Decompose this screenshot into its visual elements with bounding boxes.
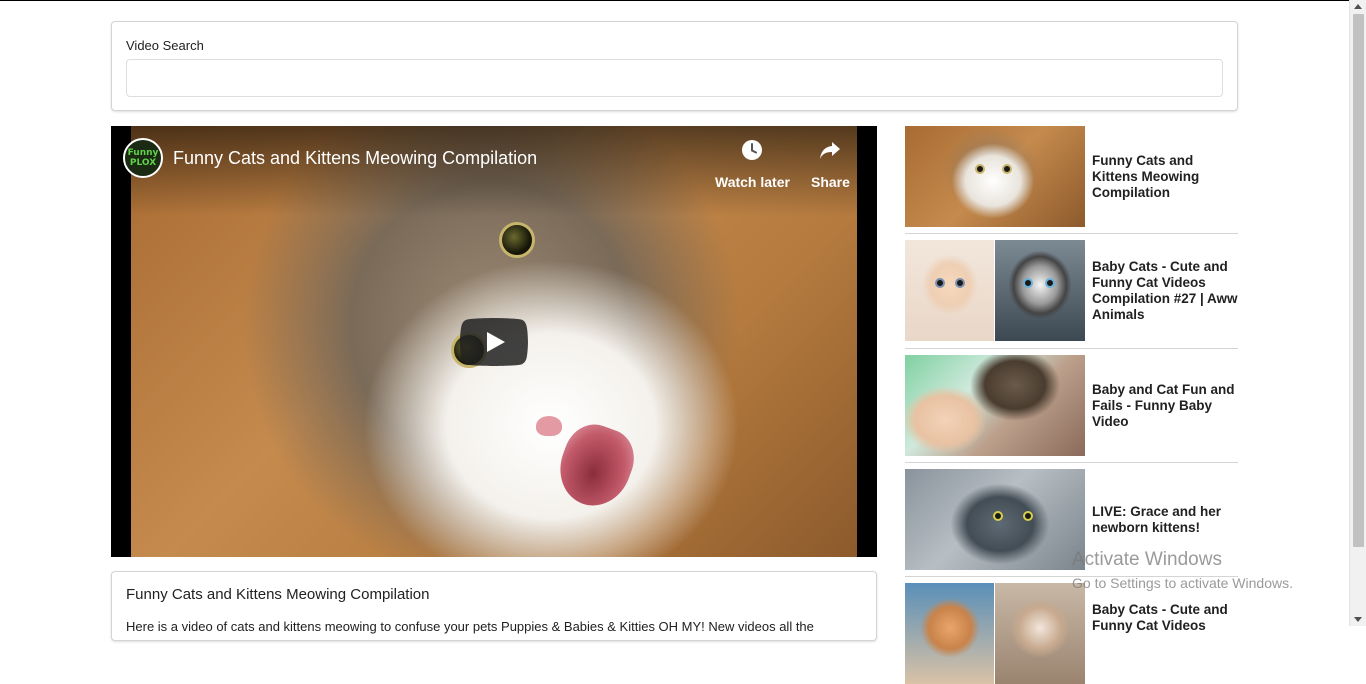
kitten-photo bbox=[995, 240, 1085, 341]
cat-eye bbox=[993, 511, 1003, 521]
watch-later-button[interactable]: Watch later bbox=[715, 138, 790, 190]
cat-eye bbox=[1023, 278, 1033, 288]
play-icon[interactable] bbox=[460, 318, 528, 366]
video-thumbnail[interactable] bbox=[905, 126, 1085, 227]
player-title[interactable]: Funny Cats and Kittens Meowing Compilati… bbox=[173, 148, 537, 169]
list-divider bbox=[905, 233, 1238, 234]
search-input[interactable] bbox=[126, 59, 1223, 97]
video-player[interactable]: Funny PLOX Funny Cats and Kittens Meowin… bbox=[111, 126, 877, 557]
window-top-border bbox=[0, 0, 1366, 1]
video-item-title[interactable]: Baby and Cat Fun and Fails - Funny Baby … bbox=[1092, 355, 1240, 456]
share-button[interactable]: Share bbox=[811, 138, 850, 190]
scroll-up-icon[interactable] bbox=[1354, 4, 1362, 9]
list-item[interactable]: Baby Cats - Cute and Funny Cat Videos Co… bbox=[905, 240, 1238, 341]
video-detail-description: Here is a video of cats and kittens meow… bbox=[126, 619, 814, 634]
video-thumbnail[interactable] bbox=[905, 583, 1085, 684]
channel-logo-text: Funny bbox=[127, 148, 159, 158]
video-thumbnail[interactable] bbox=[905, 355, 1085, 456]
video-item-title[interactable]: Funny Cats and Kittens Meowing Compilati… bbox=[1092, 126, 1240, 227]
video-detail-segment: Funny Cats and Kittens Meowing Compilati… bbox=[111, 571, 877, 641]
watch-later-label: Watch later bbox=[715, 174, 790, 190]
video-item-title[interactable]: Baby Cats - Cute and Funny Cat Videos bbox=[1092, 583, 1240, 684]
cat-eye bbox=[1023, 511, 1033, 521]
cat-eye bbox=[1045, 278, 1055, 288]
kitten-photo bbox=[905, 240, 994, 341]
video-item-title[interactable]: Baby Cats - Cute and Funny Cat Videos Co… bbox=[1092, 240, 1240, 341]
cat-eye bbox=[955, 278, 965, 288]
list-divider bbox=[905, 348, 1238, 349]
cat-mouth bbox=[549, 416, 643, 516]
share-arrow-icon bbox=[820, 142, 841, 159]
video-detail-title: Funny Cats and Kittens Meowing Compilati… bbox=[126, 586, 430, 603]
channel-avatar[interactable]: Funny PLOX bbox=[123, 138, 163, 178]
list-item[interactable]: Baby and Cat Fun and Fails - Funny Baby … bbox=[905, 355, 1238, 456]
video-thumbnail[interactable] bbox=[905, 240, 1085, 341]
kitten-photo bbox=[995, 583, 1085, 684]
video-item-title[interactable]: LIVE: Grace and her newborn kittens! bbox=[1092, 469, 1240, 570]
cat-eye bbox=[935, 278, 945, 288]
share-label: Share bbox=[811, 174, 850, 190]
list-divider bbox=[905, 576, 1238, 577]
clock-icon bbox=[742, 140, 763, 160]
video-thumbnail[interactable] bbox=[905, 469, 1085, 570]
cat-eye bbox=[1002, 164, 1012, 174]
list-item[interactable]: LIVE: Grace and her newborn kittens! bbox=[905, 469, 1238, 570]
search-segment: Video Search bbox=[111, 21, 1238, 111]
channel-logo-text: PLOX bbox=[129, 158, 157, 168]
scrollbar-thumb[interactable] bbox=[1353, 14, 1364, 547]
scroll-down-icon[interactable] bbox=[1354, 617, 1362, 622]
search-label: Video Search bbox=[126, 38, 204, 53]
list-item[interactable]: Funny Cats and Kittens Meowing Compilati… bbox=[905, 126, 1238, 227]
kitten-photo bbox=[905, 583, 994, 684]
cat-eye bbox=[499, 222, 535, 258]
cat-nose bbox=[536, 416, 562, 436]
list-item[interactable]: Baby Cats - Cute and Funny Cat Videos bbox=[905, 583, 1238, 684]
page-scrollbar[interactable] bbox=[1349, 0, 1366, 626]
cat-eye bbox=[975, 164, 985, 174]
list-divider bbox=[905, 462, 1238, 463]
